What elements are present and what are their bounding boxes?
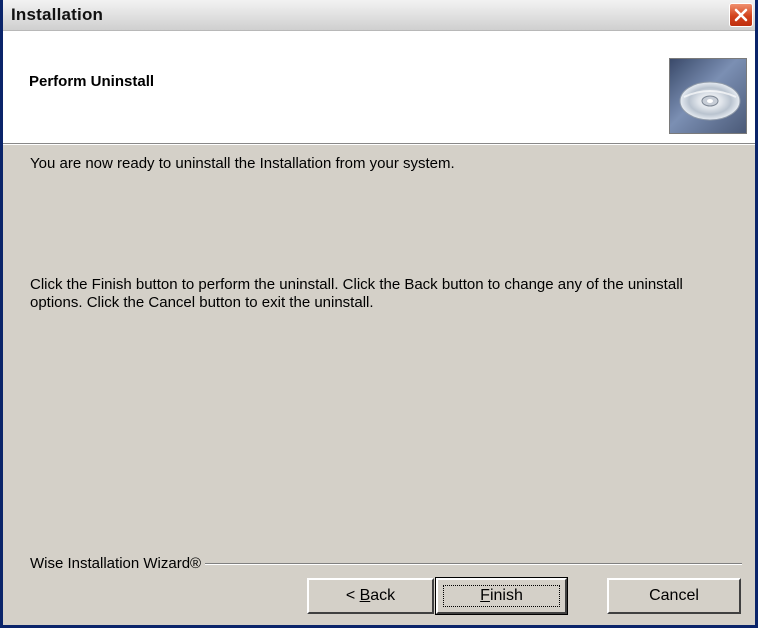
wizard-brand-label: Wise Installation Wizard® bbox=[30, 555, 206, 572]
installer-dialog: Installation Perform Uninstall You are n… bbox=[0, 0, 758, 628]
header-separator bbox=[3, 144, 755, 145]
back-button[interactable]: < Back bbox=[307, 578, 434, 614]
cd-disc-icon bbox=[669, 58, 747, 134]
close-button[interactable] bbox=[729, 3, 753, 27]
back-button-mnemonic: B bbox=[359, 587, 371, 604]
instructions-message: Click the Finish button to perform the u… bbox=[30, 276, 683, 311]
back-button-prefix: < bbox=[345, 587, 360, 604]
cancel-button[interactable]: Cancel bbox=[607, 578, 741, 614]
window-title: Installation bbox=[11, 5, 104, 24]
page-title: Perform Uninstall bbox=[29, 73, 155, 90]
close-icon bbox=[734, 8, 748, 22]
title-bar[interactable]: Installation bbox=[3, 0, 755, 31]
focus-rectangle bbox=[443, 585, 560, 607]
back-button-label: ack bbox=[370, 587, 396, 604]
cancel-button-label: Cancel bbox=[649, 587, 699, 604]
wizard-header: Perform Uninstall bbox=[3, 31, 755, 144]
ready-message: You are now ready to uninstall the Insta… bbox=[30, 155, 455, 172]
finish-button[interactable]: Finish bbox=[435, 577, 568, 615]
